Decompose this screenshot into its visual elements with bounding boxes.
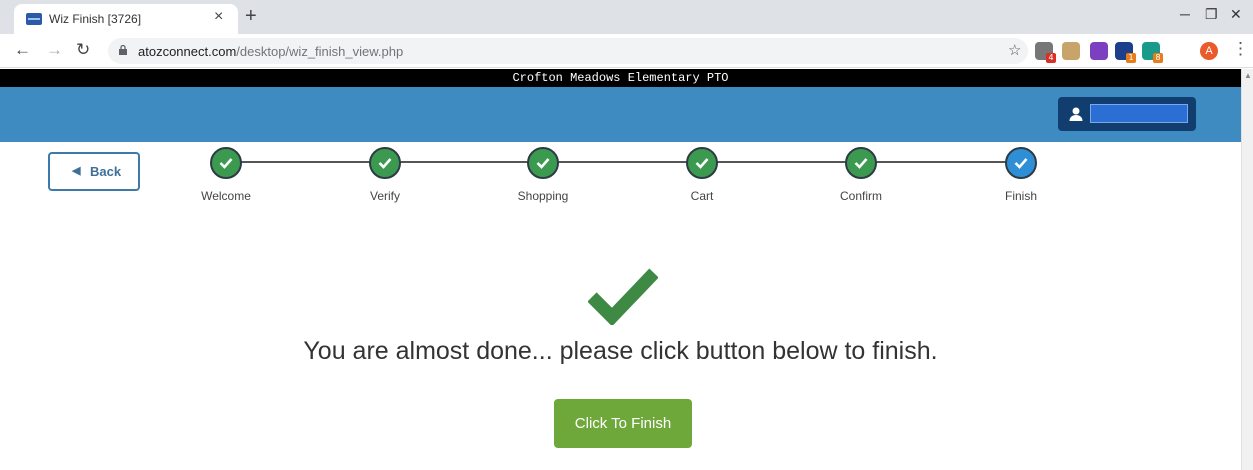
ext-4-icon[interactable]: 1	[1115, 42, 1136, 63]
browser-toolbar: ← → ↻ atozconnect.com/desktop/wiz_finish…	[0, 34, 1253, 68]
back-button[interactable]: ◀ Back	[48, 152, 140, 191]
browser-tab[interactable]: Wiz Finish [3726] ×	[14, 4, 238, 34]
url-text: atozconnect.com/desktop/wiz_finish_view.…	[138, 44, 403, 59]
ext-3-icon[interactable]	[1090, 42, 1108, 60]
close-tab-icon[interactable]: ×	[214, 8, 223, 26]
bookmark-star-icon[interactable]: ☆	[1008, 41, 1021, 59]
favicon-icon	[26, 13, 42, 25]
reload-icon[interactable]: ↻	[76, 40, 90, 60]
tab-title: Wiz Finish [3726]	[49, 12, 142, 26]
url-host: atozconnect.com	[138, 44, 237, 59]
stepper-connector	[225, 161, 1021, 163]
success-checkmark-icon	[588, 268, 658, 325]
restore-icon[interactable]: ❐	[1205, 6, 1218, 23]
page-scrollbar[interactable]: ▲	[1241, 69, 1253, 470]
ext-2-icon[interactable]	[1062, 42, 1080, 60]
user-menu[interactable]	[1058, 97, 1196, 131]
completion-message: You are almost done... please click butt…	[303, 337, 938, 365]
url-path: /desktop/wiz_finish_view.php	[236, 44, 404, 59]
close-window-icon[interactable]: ✕	[1230, 6, 1242, 23]
back-button-label: Back	[90, 164, 122, 179]
header-bar	[0, 87, 1241, 142]
ext-5-icon[interactable]: 8	[1142, 42, 1163, 63]
step-check-icon	[686, 147, 718, 179]
step-check-icon	[210, 147, 242, 179]
step-check-icon	[845, 147, 877, 179]
step-check-icon	[369, 147, 401, 179]
new-tab-icon[interactable]: +	[245, 5, 257, 28]
extension-badge: 4	[1046, 53, 1056, 63]
step-check-icon	[527, 147, 559, 179]
back-arrow-icon[interactable]: ←	[14, 40, 31, 60]
org-name-bar: Crofton Meadows Elementary PTO	[0, 69, 1241, 87]
user-name-field[interactable]	[1090, 104, 1188, 123]
scroll-up-icon[interactable]: ▲	[1244, 71, 1252, 80]
step-label: Welcome	[201, 189, 251, 203]
user-icon	[1069, 107, 1083, 121]
profile-avatar[interactable]: A	[1200, 42, 1218, 60]
step-label: Verify	[369, 189, 400, 203]
click-to-finish-button[interactable]: Click To Finish	[554, 399, 692, 448]
step-check-icon	[1005, 147, 1037, 179]
browser-tab-strip: Wiz Finish [3726] × + ─ ❐ ✕	[0, 0, 1253, 34]
address-bar[interactable]: atozconnect.com/desktop/wiz_finish_view.…	[108, 38, 1028, 64]
page-content: Crofton Meadows Elementary PTO ◀ Back We…	[0, 69, 1241, 470]
minimize-icon[interactable]: ─	[1180, 6, 1190, 22]
forward-arrow-icon[interactable]: →	[46, 40, 63, 60]
ext-1-icon[interactable]: 4	[1035, 42, 1056, 63]
step-label: Shopping	[517, 189, 569, 203]
extension-badge: 1	[1126, 53, 1136, 63]
step-label: Finish	[1004, 189, 1037, 203]
lock-icon	[119, 45, 127, 55]
step-label: Confirm	[839, 189, 882, 203]
browser-menu-icon[interactable]: ⋮	[1232, 39, 1249, 59]
step-label: Cart	[690, 189, 714, 203]
extension-badge: 8	[1153, 53, 1163, 63]
caret-left-icon: ◀	[72, 165, 81, 177]
